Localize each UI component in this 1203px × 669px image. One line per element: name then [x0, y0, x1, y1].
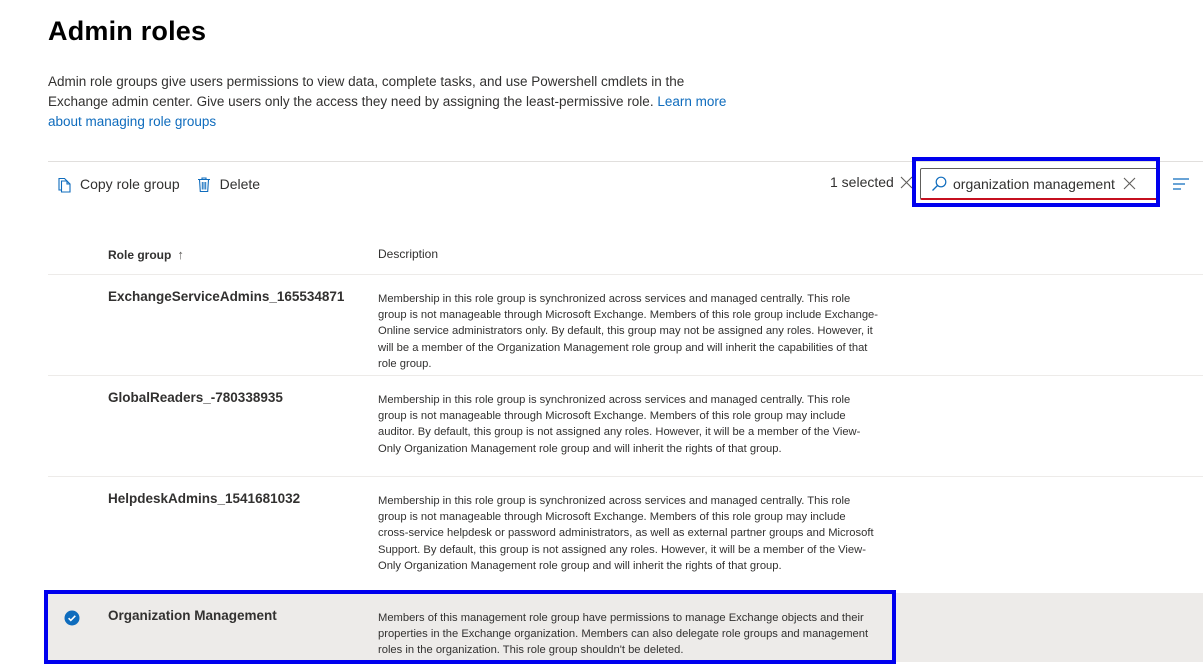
role-group-name: GlobalReaders_-780338935	[108, 390, 283, 405]
checkmark-circle-icon	[64, 610, 80, 626]
role-group-description: Members of this management role group ha…	[378, 612, 869, 657]
copy-role-group-label: Copy role group	[80, 176, 180, 192]
table-header: Role group ↑ Description	[48, 236, 1203, 275]
delete-label: Delete	[219, 176, 261, 192]
role-group-description: Membership in this role group is synchro…	[378, 293, 878, 370]
role-group-name: HelpdeskAdmins_1541681032	[108, 491, 301, 506]
search-highlight-box	[912, 157, 1160, 207]
close-icon	[900, 176, 913, 188]
clear-selection-button[interactable]	[900, 176, 913, 189]
filter-button[interactable]	[1172, 177, 1190, 191]
row-checkbox[interactable]	[64, 610, 80, 626]
table-row[interactable]: ExchangeServiceAdmins_165534871 Membersh…	[48, 275, 1203, 376]
copy-role-group-button[interactable]: Copy role group	[56, 176, 180, 193]
command-bar: Copy role group Delete	[56, 172, 276, 196]
arrow-up-icon: ↑	[177, 247, 184, 262]
table-row-selected[interactable]: Organization Management Members of this …	[48, 594, 1203, 662]
role-group-description: Membership in this role group is synchro…	[378, 394, 861, 455]
page-title: Admin roles	[48, 16, 207, 46]
column-header-role-group[interactable]: Role group ↑	[108, 247, 184, 262]
role-group-name: Organization Management	[108, 608, 277, 623]
copy-icon	[56, 176, 80, 193]
table-row[interactable]: GlobalReaders_-780338935 Membership in t…	[48, 376, 1203, 477]
column-header-description[interactable]: Description	[378, 247, 438, 261]
trash-icon	[196, 176, 220, 193]
selection-status: 1 selected	[830, 174, 913, 190]
intro-text: Admin role groups give users permissions…	[48, 74, 685, 109]
filter-lines-icon	[1173, 178, 1189, 190]
role-group-description: Membership in this role group is synchro…	[378, 495, 874, 572]
delete-button[interactable]: Delete	[196, 176, 260, 193]
table-row[interactable]: HelpdeskAdmins_1541681032 Membership in …	[48, 477, 1203, 594]
role-group-name: ExchangeServiceAdmins_165534871	[108, 289, 345, 304]
selected-count: 1 selected	[830, 174, 894, 190]
page-description: Admin role groups give users permissions…	[48, 72, 748, 132]
